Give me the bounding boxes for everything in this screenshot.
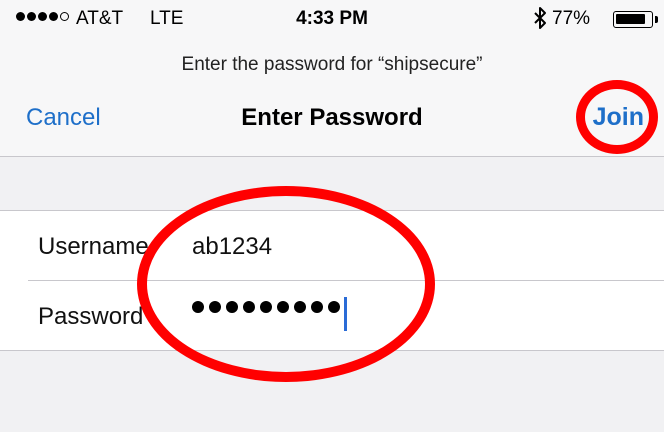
page-title: Enter Password [241,104,423,131]
top-bar: AT&T LTE 4:33 PM 77% Enter the password … [0,0,664,157]
bluetooth-icon [534,7,546,29]
enter-password-screen: AT&T LTE 4:33 PM 77% Enter the password … [0,0,664,432]
username-row[interactable]: Username ab1234 [0,211,664,281]
battery-percent: 77% [552,8,591,29]
status-bar: AT&T LTE 4:33 PM 77% [0,0,664,40]
password-label: Password [38,303,144,330]
battery-nub [655,16,658,23]
battery-icon [613,11,653,28]
password-field[interactable] [192,301,340,313]
username-field[interactable]: ab1234 [192,233,272,261]
password-prompt: Enter the password for “shipsecure” [181,54,483,75]
username-label: Username [38,233,149,260]
join-button[interactable]: Join [593,103,644,132]
password-row[interactable]: Password [0,281,664,351]
text-caret [344,297,347,331]
credentials-form: Username ab1234 Password [0,210,664,351]
